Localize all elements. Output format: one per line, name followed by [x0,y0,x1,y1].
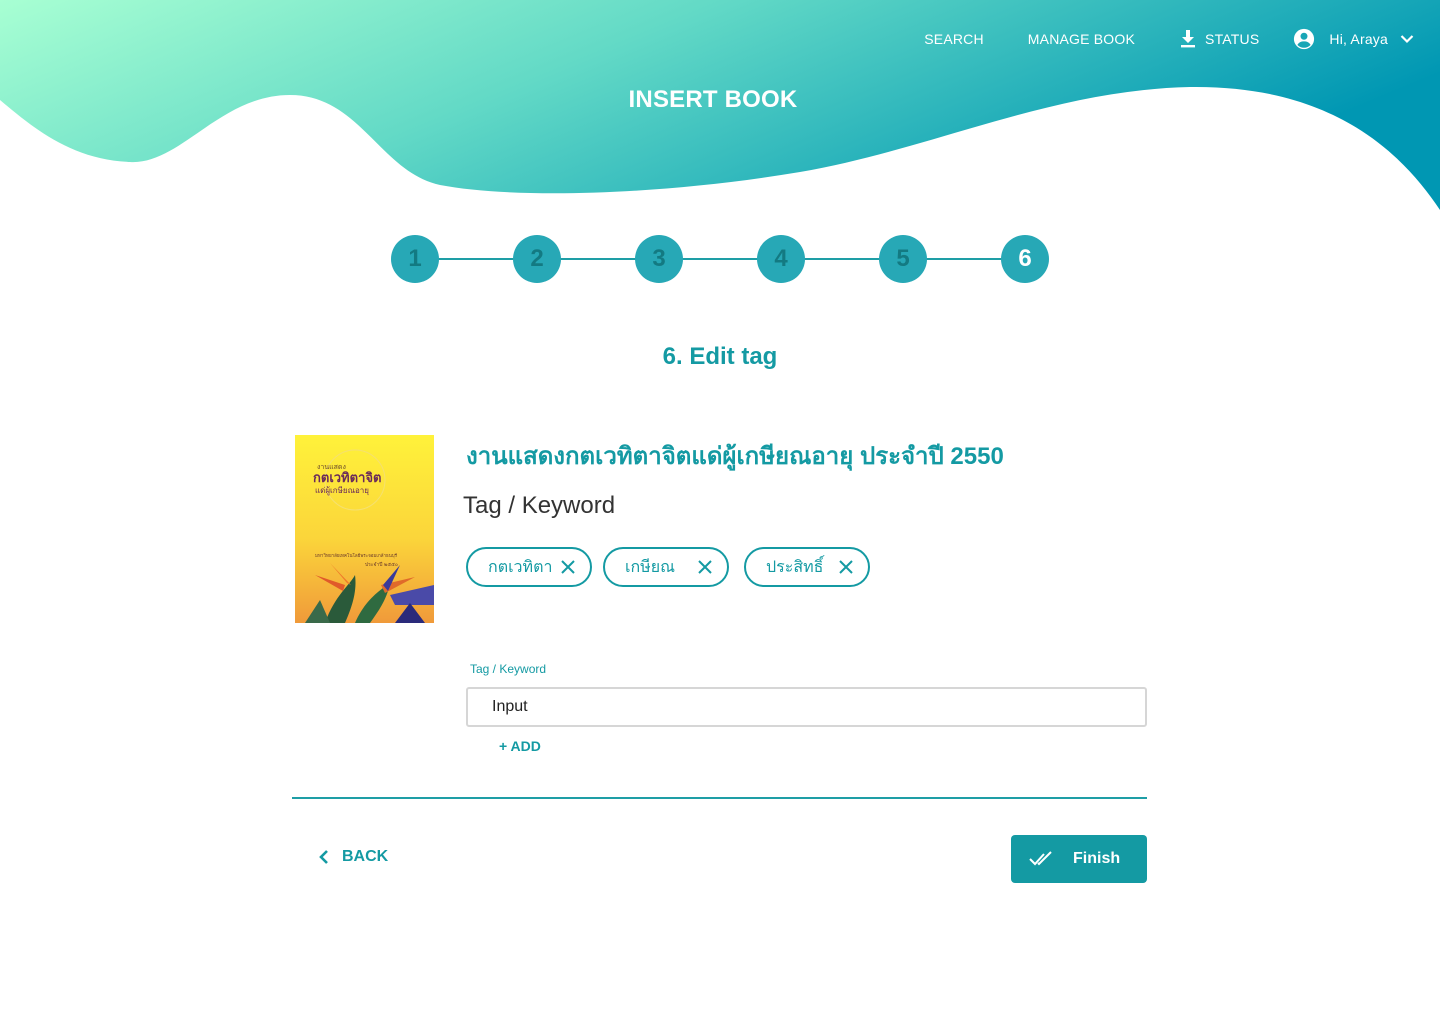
step-4[interactable]: 4 [757,235,805,283]
page-title: INSERT BOOK [628,86,798,113]
tag-label: เกษียณ [625,558,675,576]
nav-manage-book[interactable]: MANAGE BOOK [1028,31,1135,47]
cover-line-1: งานแสดง [317,463,346,471]
nav-manage-book-label: MANAGE BOOK [1027,31,1136,47]
section-title: 6. Edit tag [662,343,778,370]
nav-search-label: SEARCH [924,31,984,47]
book-title: งานแสดงกตเวทิตาจิตแด่ผู้เกษียณอายุ ประจำ… [466,443,1004,470]
step-6[interactable]: 6 [1001,235,1049,283]
step-1[interactable]: 1 [391,235,439,283]
close-icon[interactable] [560,559,576,575]
user-greeting: Hi, Araya [1329,31,1388,47]
cover-line-4: มหาวิทยาลัยเทคโนโลยีพระจอมเกล้าธนบุรี [315,552,398,559]
tag-chip: เกษียณ [603,547,729,587]
tag-heading: Tag / Keyword [463,492,616,519]
insert-book-page: SEARCH MANAGE BOOK STATUS Hi, Araya INSE… [0,0,1440,1024]
nav-search[interactable]: SEARCH [924,31,984,47]
cover-line-5: ประจำปี ๒๕๕๐ [365,561,398,568]
tag-list: กตเวทิตา เกษียณ ประสิทธิ์ [466,547,881,587]
close-icon[interactable] [838,559,854,575]
chevron-left-icon [319,850,328,864]
nav-status-label: STATUS [1205,31,1260,47]
tag-label: ประสิทธิ์ [766,558,824,576]
tag-input[interactable] [466,687,1147,727]
finish-label: Finish [1073,850,1121,867]
cover-line-2: กตเวทิตาจิต [313,471,381,486]
user-menu[interactable]: Hi, Araya [1293,28,1414,50]
progress-stepper: 1 2 3 4 5 6 [391,235,1049,283]
back-label: BACK [342,848,389,865]
step-3[interactable]: 3 [635,235,683,283]
chevron-down-icon[interactable] [1400,34,1414,44]
step-5[interactable]: 5 [879,235,927,283]
divider [292,797,1147,799]
tag-chip: ประสิทธิ์ [744,547,870,587]
cover-line-3: แด่ผู้เกษียณอายุ [315,486,369,496]
finish-button[interactable]: Finish [1011,835,1147,883]
account-circle-icon [1294,28,1315,50]
top-nav: SEARCH MANAGE BOOK STATUS Hi, Araya [880,24,1414,54]
tag-label: กตเวทิตา [488,558,553,576]
close-icon[interactable] [697,559,713,575]
book-cover-image: งานแสดง กตเวทิตาจิต แด่ผู้เกษียณอายุ มหา… [295,435,434,623]
double-check-icon [1029,851,1052,866]
back-button[interactable]: BACK [318,848,388,866]
stepper-line [415,258,1025,260]
tag-chip: กตเวทิตา [466,547,592,587]
tag-input-label: Tag / Keyword [470,662,547,676]
nav-status[interactable]: STATUS [1179,29,1259,49]
download-icon [1181,30,1196,48]
step-2[interactable]: 2 [513,235,561,283]
add-tag-button[interactable]: + ADD [499,738,541,754]
